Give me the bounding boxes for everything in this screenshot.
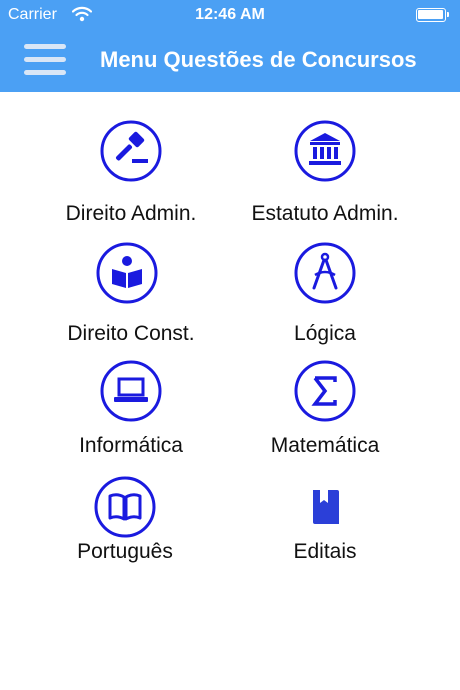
book-reader-icon (96, 242, 158, 304)
laptop-icon (100, 360, 162, 422)
menu-item-label: Matemática (270, 434, 380, 457)
status-bar: Carrier 12:46 AM (0, 0, 460, 30)
open-book-icon (94, 476, 156, 538)
menu-item-direito-const[interactable]: Direito Const. (36, 242, 226, 345)
menu-item-label: Português (77, 540, 173, 563)
app-header: Carrier 12:46 AM Menu Questões de Concur… (0, 0, 460, 92)
menu-item-label: Estatuto Admin. (251, 202, 399, 225)
bank-icon (294, 120, 356, 182)
menu-item-label: Direito Const. (67, 322, 195, 345)
menu-item-informatica[interactable]: Informática (36, 360, 226, 460)
menu-item-direito-admin[interactable]: Direito Admin. (36, 120, 226, 225)
battery-icon (416, 8, 450, 22)
menu-item-portugues[interactable]: Português (30, 476, 220, 576)
hamburger-menu-button[interactable] (24, 44, 66, 76)
compass-icon (294, 242, 356, 304)
menu-item-label: Informática (79, 434, 183, 457)
status-time: 12:46 AM (195, 6, 265, 23)
menu-item-editais[interactable]: Editais (230, 476, 420, 576)
menu-item-estatuto-admin[interactable]: Estatuto Admin. (230, 120, 420, 225)
menu-item-label: Editais (293, 540, 357, 563)
bookmark-book-icon (294, 476, 356, 538)
page-title: Menu Questões de Concursos (100, 47, 417, 72)
menu-item-label: Lógica (294, 322, 356, 345)
menu-item-logica[interactable]: Lógica (230, 242, 420, 345)
menu-item-matematica[interactable]: Matemática (230, 360, 420, 460)
sigma-icon (294, 360, 356, 422)
menu-item-label: Direito Admin. (65, 202, 197, 225)
gavel-icon (100, 120, 162, 182)
